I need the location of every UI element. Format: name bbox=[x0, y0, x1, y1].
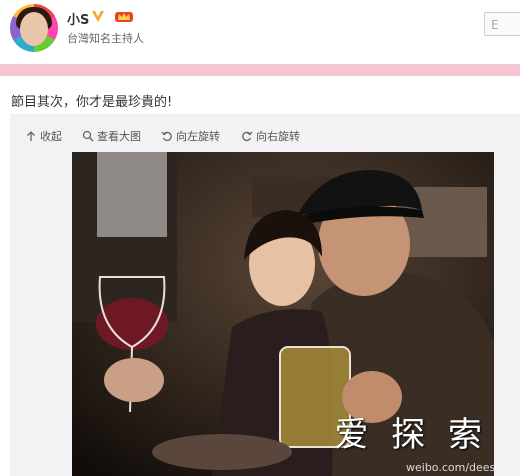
avatar[interactable] bbox=[10, 4, 58, 52]
watermark-text: 爱 探 索 bbox=[334, 415, 488, 455]
pink-divider bbox=[0, 64, 520, 76]
rotate-right-button[interactable]: 向右旋转 bbox=[241, 128, 300, 144]
view-large-button[interactable]: 查看大图 bbox=[82, 128, 141, 144]
follow-button[interactable]: E bbox=[484, 12, 520, 36]
collapse-button[interactable]: 收起 bbox=[25, 128, 62, 144]
media-toolbar: 收起 查看大图 向左旋转 向右旋转 bbox=[10, 114, 520, 154]
magnifier-icon bbox=[82, 130, 94, 142]
watermark-url: weibo.com/dees bbox=[406, 461, 494, 474]
post-photo[interactable]: 爱 探 索 weibo.com/dees bbox=[72, 152, 494, 476]
avatar-face bbox=[20, 12, 48, 46]
rotate-left-icon bbox=[161, 131, 172, 142]
media-viewer: 收起 查看大图 向左旋转 向右旋转 爱 探 索 weibo.com/dees bbox=[10, 114, 520, 476]
post-text: 節目其次，你才是最珍貴的! bbox=[11, 95, 173, 110]
rotate-left-label: 向左旋转 bbox=[176, 130, 220, 143]
verified-icon bbox=[92, 11, 104, 22]
rotate-right-label: 向右旋转 bbox=[256, 130, 300, 143]
view-large-label: 查看大图 bbox=[97, 130, 141, 143]
user-bio: 台灣知名主持人 bbox=[67, 32, 144, 45]
arrow-up-icon bbox=[27, 131, 35, 141]
post-header: 小S 台灣知名主持人 E bbox=[0, 0, 520, 56]
collapse-label: 收起 bbox=[40, 130, 62, 143]
username[interactable]: 小S bbox=[67, 9, 89, 28]
vip-crown-icon[interactable] bbox=[114, 9, 134, 23]
rotate-right-icon bbox=[242, 131, 253, 142]
follow-label: E bbox=[491, 18, 499, 32]
rotate-left-button[interactable]: 向左旋转 bbox=[161, 128, 220, 144]
